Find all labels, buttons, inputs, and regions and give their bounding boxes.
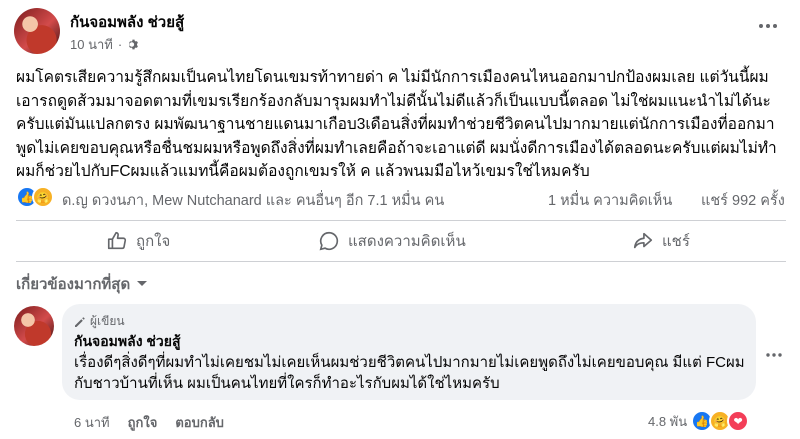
more-dots-icon[interactable] — [756, 14, 780, 38]
comment-time[interactable]: 6 นาที — [74, 412, 110, 433]
meta-dot: · — [117, 37, 123, 52]
like-label: ถูกใจ — [136, 233, 171, 250]
comment-filter-label: เกี่ยวข้องมากที่สุด — [16, 276, 131, 293]
caret-down-icon — [136, 280, 148, 288]
comment-text: เรื่องดีๆสิ่งดีๆที่ผมทำไม่เคยชมไม่เคยเห็… — [74, 354, 745, 392]
comment-like-button[interactable]: ถูกใจ — [128, 412, 158, 433]
post-time[interactable]: 10 นาที — [70, 34, 113, 55]
comment-label: แสดงความคิดเห็น — [348, 233, 466, 250]
gear-icon[interactable] — [127, 38, 140, 51]
comment-author-name[interactable]: กันจอมพลัง ช่วยสู้ — [74, 331, 181, 353]
post-author-avatar[interactable] — [14, 8, 60, 54]
share-button[interactable]: แชร์ — [632, 228, 690, 254]
comment-filter-dropdown[interactable]: เกี่ยวข้องมากที่สุด — [16, 272, 148, 296]
reaction-icons[interactable]: 👍 🤗 — [16, 186, 54, 208]
share-label: แชร์ — [662, 233, 690, 250]
thumbs-up-icon — [106, 230, 128, 252]
comment-button[interactable]: แสดงความคิดเห็น — [318, 228, 466, 254]
comment-footer: 6 นาที ถูกใจ ตอบกลับ — [74, 412, 224, 433]
author-badge: ผู้เขียน — [74, 312, 125, 331]
care-reaction-icon: 🤗 — [32, 186, 54, 208]
comment-more-icon[interactable] — [766, 350, 786, 360]
comment-reactions[interactable]: 4.8 พัน 👍 🤗 ❤ — [648, 410, 750, 432]
post-author-name[interactable]: กันจอมพลัง ช่วยสู้ — [70, 10, 184, 34]
speech-bubble-icon — [318, 230, 340, 252]
like-button[interactable]: ถูกใจ — [106, 228, 170, 254]
post-body-text: ผมโคตรเสียความรู้สึกผมเป็นคนไทยโดนเขมรท้… — [16, 69, 777, 180]
comments-count[interactable]: 1 หมื่น ความคิดเห็น — [548, 189, 672, 212]
shares-count[interactable]: แชร์ 992 ครั้ง — [701, 189, 785, 212]
love-reaction-icon: ❤ — [727, 410, 750, 432]
reactions-summary[interactable]: ด.ญ ดวงนภา, Mew Nutchanard และ คนอื่นๆ อ… — [62, 189, 444, 212]
comment-reaction-count: 4.8 พัน — [648, 413, 688, 429]
stats-divider — [16, 220, 786, 221]
comment-reply-button[interactable]: ตอบกลับ — [175, 412, 224, 433]
share-arrow-icon — [632, 230, 654, 252]
comment-author-avatar[interactable] — [14, 306, 54, 346]
post-meta: 10 นาที · — [70, 34, 140, 55]
comment-bubble: ผู้เขียน กันจอมพลัง ช่วยสู้ เรื่องดีๆสิ่… — [62, 304, 756, 400]
actions-divider — [16, 261, 786, 262]
author-badge-label: ผู้เขียน — [90, 314, 125, 328]
pencil-icon — [74, 316, 86, 328]
